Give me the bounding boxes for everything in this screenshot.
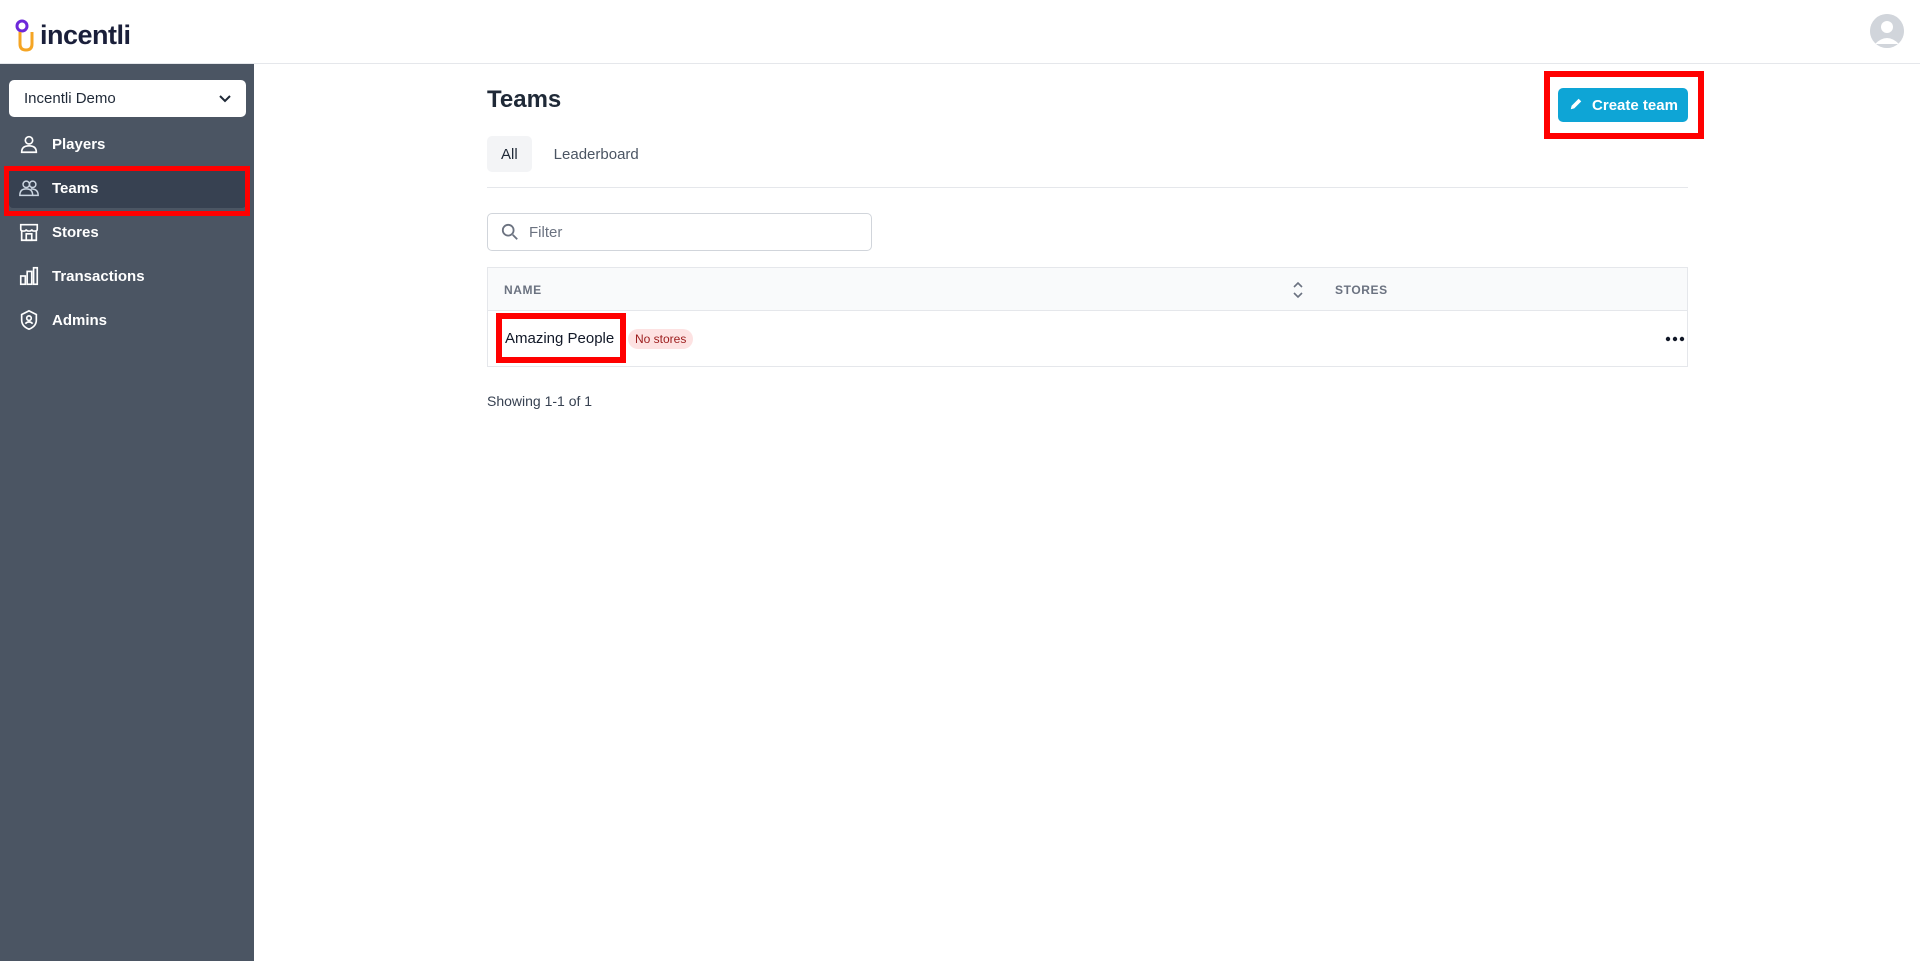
top-bar: incentli (0, 0, 1920, 64)
sidebar-item-label: Teams (52, 179, 99, 197)
column-header-stores: STORES (1335, 283, 1388, 297)
avatar[interactable] (1870, 14, 1904, 48)
table-row: Amazing People No stores (488, 311, 1687, 366)
column-header-name[interactable]: NAME (504, 283, 542, 297)
sidebar-item-transactions[interactable]: Transactions (9, 256, 246, 296)
sidebar-item-label: Transactions (52, 267, 145, 285)
pagination-summary: Showing 1-1 of 1 (487, 393, 593, 409)
logo-text: incentli (40, 19, 131, 50)
sidebar-item-label: Players (52, 135, 106, 153)
sidebar-item-teams[interactable]: Teams (9, 168, 246, 208)
sidebar-item-players[interactable]: Players (9, 124, 246, 164)
team-name-link[interactable]: Amazing People (505, 330, 614, 347)
org-select-value: Incentli Demo (24, 90, 116, 107)
divider (487, 187, 1688, 188)
filter-input[interactable] (529, 223, 849, 241)
logo[interactable]: incentli (14, 18, 131, 52)
tab-all[interactable]: All (487, 136, 532, 172)
sidebar-item-admins[interactable]: Admins (9, 300, 246, 340)
chart-bar-icon (17, 264, 41, 288)
table-header: NAME STORES (488, 268, 1687, 311)
sidebar-nav: Players Teams Stores Transactions Admins (9, 124, 246, 344)
sidebar: Incentli Demo Players Teams Stores Trans… (0, 64, 254, 961)
user-avatar-icon (1870, 14, 1904, 48)
tab-leaderboard[interactable]: Leaderboard (540, 136, 653, 172)
org-select[interactable]: Incentli Demo (9, 80, 246, 117)
filter-field[interactable] (487, 213, 872, 251)
create-team-button[interactable]: Create team (1558, 88, 1688, 122)
main-content: Teams Create team All Leaderboard NAME S… (254, 64, 1920, 961)
user-icon (17, 132, 41, 156)
page-title: Teams (487, 86, 562, 113)
status-badge: No stores (628, 329, 694, 349)
more-options-icon[interactable] (1663, 329, 1687, 349)
logo-mark-icon (14, 18, 36, 52)
sidebar-item-label: Stores (52, 223, 99, 241)
sidebar-item-label: Admins (52, 311, 108, 329)
shield-user-icon (17, 308, 41, 332)
sort-icon[interactable] (1290, 280, 1306, 300)
teams-table: NAME STORES Amazing People No stores (487, 267, 1688, 367)
sidebar-item-stores[interactable]: Stores (9, 212, 246, 252)
pencil-icon (1568, 97, 1584, 113)
tabs: All Leaderboard (487, 136, 661, 172)
create-team-label: Create team (1592, 96, 1678, 114)
chevron-down-icon (218, 91, 232, 105)
search-icon (501, 223, 519, 241)
store-icon (17, 220, 41, 244)
users-icon (17, 176, 41, 200)
